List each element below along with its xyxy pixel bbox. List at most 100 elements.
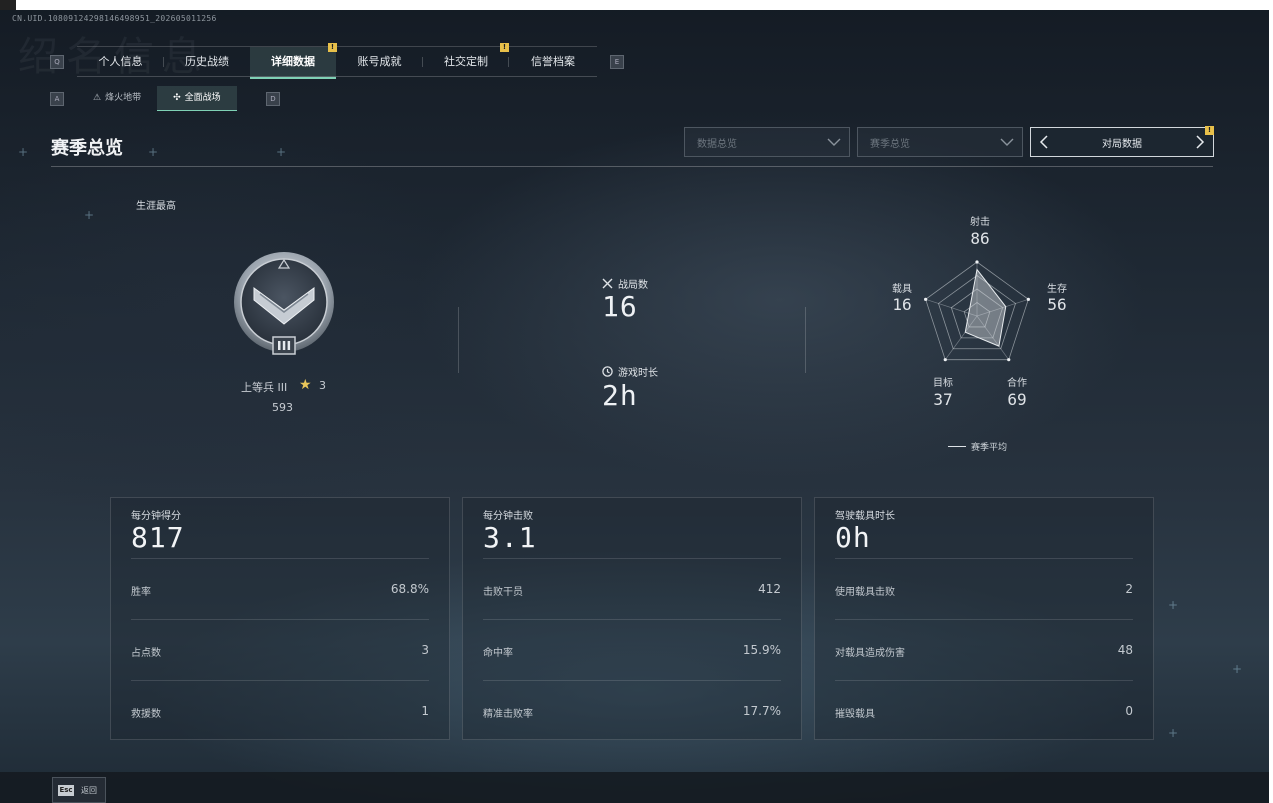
tab-label: 信誉档案 <box>531 55 575 68</box>
crosshair-decor-icon: + <box>18 145 29 159</box>
player-uid: CN.UID.10809124298146498951_202605011256 <box>12 14 217 23</box>
column-divider <box>805 307 806 373</box>
tab-detailed-data[interactable]: 详细数据 ! <box>250 43 337 79</box>
dropdown-label: 数据总览 <box>697 139 737 150</box>
card-main-value: 0h <box>835 521 871 554</box>
radar-value-objective: 37 <box>933 390 953 409</box>
stat-name: 击败干员 <box>483 587 523 598</box>
legend-label: 赛季平均 <box>971 443 1008 453</box>
tab-achievements[interactable]: 账号成就 <box>336 47 423 77</box>
back-button[interactable]: Esc 返回 <box>52 777 106 803</box>
stat-value: 412 <box>758 582 781 596</box>
prev-tab-key-hint[interactable]: Q <box>50 55 64 69</box>
stat-value: 15.9% <box>742 643 781 657</box>
esc-key-icon: Esc <box>58 785 74 796</box>
playtime-value: 2h <box>602 379 638 412</box>
radar-axis-end-point <box>975 260 979 264</box>
subtab-label: 全面战场 <box>184 93 221 103</box>
hazard-icon: ⚠ <box>93 93 102 103</box>
tab-profile[interactable]: 个人信息 <box>77 47 164 77</box>
selector-label: 对局数据 <box>1102 139 1142 150</box>
rank-points: 593 <box>272 401 293 414</box>
chevron-down-icon <box>1000 138 1014 146</box>
stat-value: 0 <box>1125 704 1133 718</box>
vehicle-stats-card: 驾驶载具时长 0h 使用载具击败 2 对载具造成伤害 48 摧毁载具 0 <box>814 497 1154 740</box>
star-icon: ★ <box>299 377 312 393</box>
subtab-label: 烽火地带 <box>105 93 142 103</box>
stat-name: 救援数 <box>131 709 161 720</box>
stat-row: 摧毁载具 0 <box>835 680 1133 741</box>
card-title: 驾驶载具时长 <box>835 511 895 522</box>
data-overview-dropdown[interactable]: 数据总览 <box>684 127 850 157</box>
tab-history[interactable]: 历史战绩 <box>164 47 250 77</box>
crosshair-decor-icon: + <box>1168 726 1179 740</box>
bottom-bar <box>0 772 1269 803</box>
stat-value: 17.7% <box>742 704 781 718</box>
tab-label: 历史战绩 <box>185 55 229 68</box>
rank-emblem-icon <box>234 252 334 355</box>
score-stats-card: 每分钟得分 817 胜率 68.8% 占点数 3 救援数 1 <box>110 497 450 740</box>
stat-row: 精准击败率 17.7% <box>483 680 781 741</box>
card-main-value: 3.1 <box>483 521 537 554</box>
stat-row: 占点数 3 <box>131 619 429 680</box>
stat-value: 1 <box>421 704 429 718</box>
radar-series-area <box>964 268 1007 347</box>
section-divider <box>51 166 1213 167</box>
crosshair-decor-icon: + <box>1168 598 1179 612</box>
next-subtab-key-hint[interactable]: D <box>266 92 280 106</box>
subtab-hazard-zone[interactable]: ⚠ 烽火地带 <box>77 86 157 110</box>
chevron-down-icon <box>827 138 841 146</box>
subtab-battlefield[interactable]: ✣ 全面战场 <box>157 86 237 111</box>
radar-axis-end-point <box>1007 358 1011 362</box>
radar-value-survival: 56 <box>1047 295 1067 314</box>
main-tab-bar: 个人信息 历史战绩 详细数据 ! 账号成就 社交定制 ! 信誉档案 <box>77 43 597 79</box>
stat-value: 48 <box>1117 643 1133 657</box>
season-overview-dropdown[interactable]: 赛季总览 <box>857 127 1023 157</box>
back-label: 返回 <box>81 786 97 795</box>
stat-row: 救援数 1 <box>131 680 429 741</box>
tab-label: 详细数据 <box>271 55 315 68</box>
radar-value-teamwork: 69 <box>1007 390 1027 409</box>
rank-name: 上等兵 III <box>241 381 288 394</box>
battlefield-icon: ✣ <box>173 93 181 103</box>
chevron-right-icon[interactable] <box>1193 134 1207 150</box>
stat-row: 使用载具击败 2 <box>835 558 1133 619</box>
card-title: 每分钟得分 <box>131 511 181 522</box>
crosshair-decor-icon: + <box>276 145 287 159</box>
radar-axis-end-point <box>1026 297 1030 301</box>
clock-icon <box>602 366 613 377</box>
stat-row: 对载具造成伤害 48 <box>835 619 1133 680</box>
radar-axis-end-point <box>943 358 947 362</box>
window-top-edge <box>0 0 1273 10</box>
stat-name: 占点数 <box>131 648 161 659</box>
match-data-selector[interactable]: 对局数据 <box>1030 127 1214 157</box>
stat-name: 精准击败率 <box>483 709 533 720</box>
tab-reputation[interactable]: 信誉档案 <box>509 47 597 77</box>
combat-stats-card: 每分钟击败 3.1 击败干员 412 命中率 15.9% 精准击败率 17.7% <box>462 497 802 740</box>
rank-star-count: 3 <box>319 379 326 392</box>
stat-row: 击败干员 412 <box>483 558 781 619</box>
section-title: 赛季总览 <box>51 138 123 159</box>
column-divider <box>458 307 459 373</box>
stat-name: 使用载具击败 <box>835 587 895 598</box>
stat-row: 胜率 68.8% <box>131 558 429 619</box>
legend-swatch <box>948 446 966 447</box>
next-tab-key-hint[interactable]: E <box>610 55 624 69</box>
crosshair-decor-icon: + <box>1232 662 1243 676</box>
crossed-swords-icon <box>602 278 613 289</box>
matches-label: 战局数 <box>618 280 648 291</box>
notification-badge: ! <box>1205 126 1214 135</box>
prev-subtab-key-hint[interactable]: A <box>50 92 64 106</box>
matches-value: 16 <box>602 290 638 323</box>
stat-row: 命中率 15.9% <box>483 619 781 680</box>
radar-value-vehicle: 16 <box>892 295 912 314</box>
card-title: 每分钟击败 <box>483 511 533 522</box>
radar-value-shooting: 86 <box>970 229 990 248</box>
stat-name: 对载具造成伤害 <box>835 648 905 659</box>
crosshair-decor-icon: + <box>148 145 159 159</box>
stat-value: 2 <box>1125 582 1133 596</box>
radar-label-teamwork: 合作 <box>1007 378 1027 389</box>
radar-axis-end-point <box>924 297 928 301</box>
tab-social[interactable]: 社交定制 ! <box>423 43 509 77</box>
stat-name: 摧毁载具 <box>835 709 875 720</box>
